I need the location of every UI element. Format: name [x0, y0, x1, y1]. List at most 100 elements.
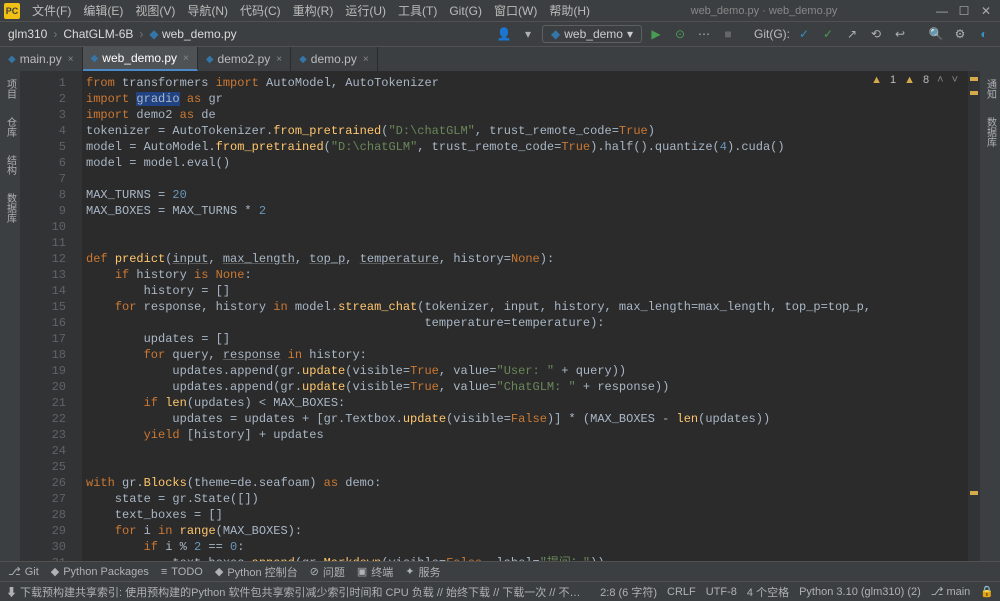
code-line[interactable]: if i % 2 == 0:	[86, 539, 968, 555]
gutter[interactable]: 1234567891011121314151617181920212223242…	[20, 71, 82, 561]
line-number[interactable]: 23	[24, 427, 66, 443]
vcs-push-icon[interactable]: ↗	[842, 24, 862, 44]
line-number[interactable]: 7	[24, 171, 66, 187]
code-line[interactable]: updates = updates + [gr.Textbox.update(v…	[86, 411, 968, 427]
left-tool-0[interactable]: 项目	[3, 75, 18, 103]
vcs-commit-icon[interactable]: ✓	[818, 24, 838, 44]
line-number[interactable]: 11	[24, 235, 66, 251]
code-line[interactable]: temperature=temperature):	[86, 315, 968, 331]
indent-setting[interactable]: 4 个空格	[747, 584, 789, 600]
code-line[interactable]	[86, 219, 968, 235]
toolwin-服务[interactable]: ✦服务	[405, 564, 440, 580]
code-line[interactable]: MAX_BOXES = MAX_TURNS * 2	[86, 203, 968, 219]
toolwin-终端[interactable]: ▣终端	[357, 564, 393, 580]
line-number[interactable]: 19	[24, 363, 66, 379]
close-icon[interactable]: ×	[68, 54, 74, 65]
menu-item-1[interactable]: 编辑(E)	[77, 2, 129, 20]
close-icon[interactable]: ×	[363, 54, 369, 65]
code-line[interactable]: text_boxes = []	[86, 507, 968, 523]
status-message[interactable]: ⬇ 下载预构建共享索引: 使用预构建的Python 软件包共享索引减少索引时间和…	[6, 584, 590, 600]
inspections-widget[interactable]: ▲1 ▲8 ˄ ˅	[871, 74, 958, 86]
file-encoding[interactable]: UTF-8	[706, 586, 737, 598]
left-tool-1[interactable]: 仓库	[3, 113, 18, 141]
file-tab-demo2-py[interactable]: ◆demo2.py×	[198, 47, 291, 71]
ide-sync-icon[interactable]: ◐	[974, 24, 994, 44]
more-run-icon[interactable]: ⋯	[694, 24, 714, 44]
line-number[interactable]: 15	[24, 299, 66, 315]
line-number[interactable]: 22	[24, 411, 66, 427]
code-line[interactable]: model = AutoModel.from_pretrained("D:\ch…	[86, 139, 968, 155]
minimize-button[interactable]: —	[932, 4, 952, 18]
code-line[interactable]: with gr.Blocks(theme=de.seafoam) as demo…	[86, 475, 968, 491]
maximize-button[interactable]: ☐	[954, 4, 974, 18]
menu-item-9[interactable]: 窗口(W)	[488, 2, 543, 20]
code-line[interactable]: updates.append(gr.update(visible=True, v…	[86, 379, 968, 395]
code-line[interactable]	[86, 171, 968, 187]
code-line[interactable]: for query, response in history:	[86, 347, 968, 363]
debug-button[interactable]: ⊙	[670, 24, 690, 44]
line-number[interactable]: 3	[24, 107, 66, 123]
line-number[interactable]: 1	[24, 75, 66, 91]
vcs-rollback-icon[interactable]: ↩	[890, 24, 910, 44]
code-line[interactable]: state = gr.State([])	[86, 491, 968, 507]
left-tool-3[interactable]: 数据库	[3, 189, 18, 227]
line-number[interactable]: 9	[24, 203, 66, 219]
code-line[interactable]: tokenizer = AutoTokenizer.from_pretraine…	[86, 123, 968, 139]
menu-item-8[interactable]: Git(G)	[443, 2, 488, 20]
code-line[interactable]: if len(updates) < MAX_BOXES:	[86, 395, 968, 411]
left-tool-2[interactable]: 结构	[3, 151, 18, 179]
breadcrumb-2[interactable]: ◆ web_demo.py	[147, 27, 238, 41]
run-button[interactable]: ▶	[646, 24, 666, 44]
right-tool-1[interactable]: 数据库	[983, 113, 998, 151]
caret-position[interactable]: 2:8 (6 字符)	[600, 584, 657, 600]
line-number[interactable]: 4	[24, 123, 66, 139]
line-number[interactable]: 20	[24, 379, 66, 395]
code-line[interactable]: for response, history in model.stream_ch…	[86, 299, 968, 315]
toolwin-python-控制台[interactable]: ◆Python 控制台	[215, 564, 298, 580]
code-line[interactable]: model = model.eval()	[86, 155, 968, 171]
search-icon[interactable]: 🔍	[926, 24, 946, 44]
menu-item-5[interactable]: 重构(R)	[287, 2, 340, 20]
line-number[interactable]: 28	[24, 507, 66, 523]
chevron-down-icon[interactable]: ˅	[952, 74, 958, 86]
menu-item-3[interactable]: 导航(N)	[181, 2, 234, 20]
breadcrumb-0[interactable]: glm310	[6, 27, 49, 41]
line-number[interactable]: 25	[24, 459, 66, 475]
line-number[interactable]: 17	[24, 331, 66, 347]
line-number[interactable]: 13	[24, 267, 66, 283]
code-line[interactable]: updates.append(gr.update(visible=True, v…	[86, 363, 968, 379]
code-line[interactable]: import gradio as gr	[86, 91, 968, 107]
python-interpreter[interactable]: Python 3.10 (glm310) (2)	[799, 586, 921, 598]
line-number[interactable]: 2	[24, 91, 66, 107]
menu-item-0[interactable]: 文件(F)	[26, 2, 77, 20]
line-separator[interactable]: CRLF	[667, 586, 696, 598]
line-number[interactable]: 16	[24, 315, 66, 331]
code-line[interactable]: text_boxes.append(gr.Markdown(visible=Fa…	[86, 555, 968, 561]
stop-button[interactable]: ■	[718, 24, 738, 44]
line-number[interactable]: 29	[24, 523, 66, 539]
git-branch[interactable]: ⎇ main	[931, 585, 971, 598]
code-line[interactable]	[86, 459, 968, 475]
code-area[interactable]: from transformers import AutoModel, Auto…	[82, 71, 968, 561]
line-number[interactable]: 26	[24, 475, 66, 491]
line-number[interactable]: 31	[24, 555, 66, 561]
breadcrumb-1[interactable]: ChatGLM-6B	[61, 27, 135, 41]
menu-item-2[interactable]: 视图(V)	[129, 2, 181, 20]
code-line[interactable]	[86, 235, 968, 251]
close-icon[interactable]: ×	[276, 54, 282, 65]
vcs-update-icon[interactable]: ✓	[794, 24, 814, 44]
line-number[interactable]: 18	[24, 347, 66, 363]
code-line[interactable]	[86, 443, 968, 459]
lock-icon[interactable]: 🔒	[980, 585, 994, 598]
file-tab-web_demo-py[interactable]: ◆web_demo.py×	[83, 47, 198, 71]
file-tab-demo-py[interactable]: ◆demo.py×	[291, 47, 378, 71]
code-line[interactable]: for i in range(MAX_BOXES):	[86, 523, 968, 539]
code-line[interactable]: import demo2 as de	[86, 107, 968, 123]
right-tool-0[interactable]: 通知	[983, 75, 998, 103]
code-editor[interactable]: 1234567891011121314151617181920212223242…	[20, 71, 980, 561]
line-number[interactable]: 5	[24, 139, 66, 155]
toolwin-todo[interactable]: ≡TODO	[161, 566, 203, 578]
menu-item-7[interactable]: 工具(T)	[392, 2, 443, 20]
code-line[interactable]: def predict(input, max_length, top_p, te…	[86, 251, 968, 267]
code-line[interactable]: history = []	[86, 283, 968, 299]
